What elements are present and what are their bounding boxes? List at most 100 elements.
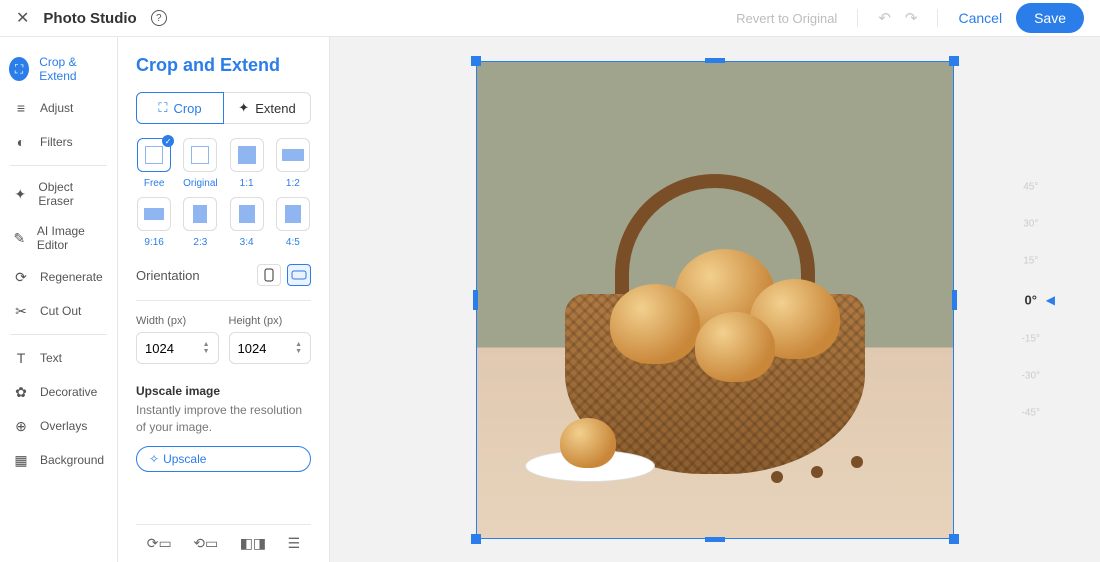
ratio-thumb (230, 138, 264, 172)
sidebar-separator (10, 165, 107, 166)
background-icon: ▦ (12, 451, 30, 469)
crop-handle-tl[interactable] (471, 56, 481, 66)
sidebar-item-background[interactable]: ▦ Background (0, 443, 117, 477)
sidebar-item-adjust[interactable]: ≡Adjust (0, 91, 117, 125)
orientation-portrait[interactable] (257, 264, 281, 286)
ratio-1-1[interactable]: 1:1 (229, 138, 265, 189)
sidebar-item-label: Cut Out (40, 304, 81, 318)
sidebar-item-filters[interactable]: ◐ Filters (0, 125, 117, 159)
cutout-icon: ✂ (12, 302, 30, 320)
ratio-free[interactable]: ✓ Free (136, 138, 172, 189)
text-icon: T (12, 349, 30, 367)
sidebar-item-label: Text (40, 351, 62, 365)
tab-extend-label: Extend (255, 101, 295, 116)
ratio-thumb: ✓ (137, 138, 171, 172)
ratio-1-2[interactable]: 1:2 (275, 138, 311, 189)
ratio-thumb (276, 138, 310, 172)
decorative-icon: ✿ (12, 383, 30, 401)
ratio-label: 9:16 (144, 237, 163, 248)
sidebar-item-label: Background (40, 453, 104, 467)
sidebar-item-label: Regenerate (40, 270, 103, 284)
ratio-original[interactable]: Original (182, 138, 218, 189)
sidebar-item-label: AI Image Editor (37, 224, 105, 252)
top-bar: ✕ Photo Studio ? Revert to Original ↶ ↷ … (0, 0, 1100, 37)
ratio-4-5[interactable]: 4:5 (275, 197, 311, 248)
sidebar-item-label: Crop & Extend (39, 55, 105, 83)
sidebar-item-regenerate[interactable]: ⟳Regenerate (0, 260, 117, 294)
ratio-label: 1:2 (286, 178, 300, 189)
check-icon: ✓ (162, 135, 174, 147)
ratio-label: 3:4 (240, 237, 254, 248)
overlays-icon: ⊕ (12, 417, 30, 435)
crop-panel: Crop and Extend ⛶Crop ✦Extend ✓FreeOrigi… (118, 37, 330, 562)
crop-icon: ⛶ (9, 57, 29, 81)
crop-handle-tr[interactable] (949, 56, 959, 66)
upscale-icon: ✧ (149, 452, 159, 466)
crop-icon: ⛶ (158, 100, 167, 116)
ratio-thumb (276, 197, 310, 231)
sidebar-item-object-eraser[interactable]: ✦Object Eraser (0, 172, 117, 216)
crop-handle-bottom[interactable] (705, 537, 725, 542)
sidebar-item-cut-out[interactable]: ✂ Cut Out (0, 294, 117, 328)
rotation-scale[interactable]: 45°30°15°0°-15°-30°-45° (1022, 168, 1040, 431)
ratio-2-3[interactable]: 2:3 (182, 197, 218, 248)
redo-button[interactable]: ↷ (905, 9, 918, 27)
tab-crop[interactable]: ⛶ Crop (136, 92, 224, 124)
crop-handle-bl[interactable] (471, 534, 481, 544)
ratio-label: Original (183, 178, 217, 189)
tab-crop-label: Crop (173, 101, 201, 116)
save-button[interactable]: Save (1016, 3, 1084, 33)
sidebar: ⛶ Crop & Extend ≡Adjust ◐ Filters ✦Object Era… (0, 37, 118, 562)
ratio-thumb (183, 197, 217, 231)
ratio-3-4[interactable]: 3:4 (229, 197, 265, 248)
divider (937, 9, 938, 27)
sidebar-item-label: Decorative (40, 385, 97, 399)
help-icon[interactable]: ? (151, 10, 167, 26)
crop-handle-br[interactable] (949, 534, 959, 544)
sidebar-item-decorative[interactable]: ✿ Decorative (0, 375, 117, 409)
sidebar-item-crop-extend[interactable]: ⛶ Crop & Extend (0, 47, 117, 91)
revert-button[interactable]: Revert to Original (736, 11, 837, 26)
crop-handle-top[interactable] (705, 58, 725, 63)
canvas[interactable]: 45°30°15°0°-15°-30°-45° ◀ (330, 37, 1100, 562)
sidebar-item-ai-image-editor[interactable]: ✎AI Image Editor (0, 216, 117, 260)
rotate-tool[interactable]: ⟳▭ (147, 535, 172, 552)
orientation-label: Orientation (136, 268, 200, 283)
tab-extend[interactable]: ✦Extend (224, 92, 311, 124)
sidebar-item-overlays[interactable]: ⊕Overlays (0, 409, 117, 443)
eraser-icon: ✦ (12, 185, 28, 203)
filters-icon: ◐ (12, 133, 30, 151)
image-preview (476, 61, 954, 539)
flip-vertical-tool[interactable]: ◧◨ (240, 535, 266, 552)
rotation-tick: 0° (1025, 292, 1037, 307)
upscale-button[interactable]: ✧Upscale (136, 446, 311, 472)
close-button[interactable]: ✕ (16, 8, 29, 28)
ratio-label: 2:3 (193, 237, 207, 248)
rotation-tick: -30° (1022, 370, 1040, 381)
rotation-tick: -15° (1022, 333, 1040, 344)
sidebar-item-label: Filters (40, 135, 73, 149)
width-input[interactable]: ▲▼ (136, 332, 219, 364)
flip-horizontal-tool[interactable]: ⟲▭ (193, 535, 218, 552)
align-tool[interactable]: ☰ (288, 535, 301, 552)
ratio-thumb (183, 138, 217, 172)
crop-handle-left[interactable] (473, 290, 478, 310)
sidebar-item-label: Adjust (40, 101, 73, 115)
ratio-label: Free (144, 178, 165, 189)
app-title: Photo Studio (43, 10, 136, 27)
height-input[interactable]: ▲▼ (229, 332, 312, 364)
width-stepper[interactable]: ▲▼ (203, 341, 210, 355)
ratio-label: 1:1 (240, 178, 254, 189)
crop-frame[interactable] (476, 61, 954, 539)
orientation-landscape[interactable] (287, 264, 311, 286)
cancel-button[interactable]: Cancel (958, 10, 1002, 26)
ratio-9-16[interactable]: 9:16 (136, 197, 172, 248)
rotation-tick: -45° (1022, 407, 1040, 418)
height-stepper[interactable]: ▲▼ (295, 341, 302, 355)
divider (857, 9, 858, 27)
crop-handle-right[interactable] (952, 290, 957, 310)
rotation-pointer-icon: ◀ (1046, 293, 1055, 307)
ratio-thumb (137, 197, 171, 231)
undo-button[interactable]: ↶ (878, 9, 891, 27)
sidebar-item-text[interactable]: T Text (0, 341, 117, 375)
